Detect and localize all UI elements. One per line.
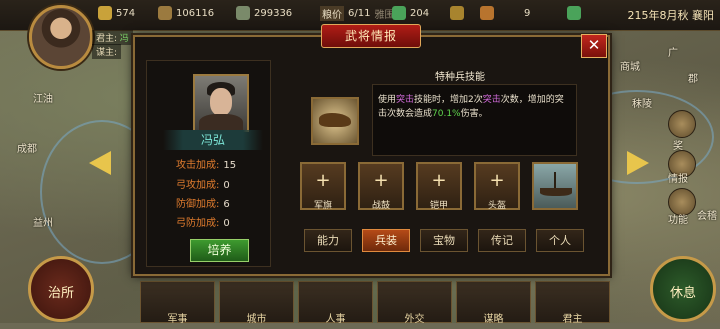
skill-desc-7: 伤害。 [460,109,488,119]
player-avatar[interactable] [29,5,93,69]
equip-slot-ship[interactable] [532,162,578,210]
resource-4: 204 [392,6,429,20]
stat-bow-attack-value: 0 [223,180,230,191]
ship-mast [554,172,556,189]
skill-desc-6: 70.1% [432,109,461,119]
skill-desc-3: 技能时，增加2次 [414,95,483,105]
resource-3-value: 299336 [254,7,293,19]
resource-2-value: 106116 [176,7,215,19]
grain-price: 粮价 6/11 雅围 [320,6,394,21]
menu-lord[interactable]: 君主 [535,281,610,325]
menu-military[interactable]: 军事 [140,281,215,325]
map-city-jun[interactable]: 郡 [688,70,698,85]
equip-label: 军旗 [313,201,332,211]
menu-city[interactable]: 城市 [219,281,294,325]
map-city-yizhou[interactable]: 益州 [33,214,53,229]
resource-5: 9 [480,6,530,20]
tab-treasure[interactable]: 宝物 [420,229,468,252]
rest-button[interactable]: 休息 [650,256,716,322]
tab-equipment[interactable]: 兵装 [362,229,410,252]
general-name: 冯弘 [163,130,263,150]
skill-desc-2: 突击 [396,95,415,105]
grain-price-label: 粮价 [320,6,344,21]
lord-label: 君主: [96,34,118,44]
resource-5-value: 9 [524,7,531,19]
grain-price-value: 6/11 [348,8,371,19]
equip-slot-banner[interactable]: + 军旗 [300,162,346,211]
general-portrait [193,74,249,132]
bottom-menu: 军事 城市 人事 外交 谋略 君主 [140,281,610,325]
lord-line: 君主: 冯 [92,30,133,45]
portrait-face [210,88,232,116]
equip-label: 铠甲 [429,201,448,211]
skill-icon[interactable] [311,97,359,145]
scroll-icon [480,6,494,20]
stat-defense: 防御加成: 6 [176,195,230,210]
mail-icon[interactable] [567,6,581,20]
tab-personal[interactable]: 个人 [536,229,584,252]
advisor-label: 谋主: [96,48,118,58]
plus-icon[interactable] [450,6,464,20]
resource-2: 106116 [158,6,214,20]
menu-diplomacy[interactable]: 外交 [377,281,452,325]
stat-bow-defense: 弓防加成: 0 [176,214,230,229]
next-general-arrow-icon[interactable] [627,151,649,175]
skill-desc-1: 使用 [378,95,397,105]
stat-bow-defense-label: 弓防加成: [176,218,220,229]
food-icon [158,6,172,20]
game-date: 215年8月秋 襄阳 [627,9,715,22]
resource-1: 574 [98,6,135,20]
skill-description: 使用突击技能时，增加2次突击次数，增加的突击次数会造成70.1%伤害。 [372,84,577,156]
equip-label: 战鼓 [371,201,390,211]
plus-icon: + [489,170,505,191]
stat-bow-attack: 弓攻加成: 0 [176,176,230,191]
skill-title: 特种兵技能 [435,72,485,83]
map-city-chengdu[interactable]: 成都 [17,140,37,155]
map-city-jiangyou[interactable]: 江油 [33,90,53,105]
horse-icon [319,113,351,127]
stat-defense-label: 防御加成: [176,199,220,210]
equip-slot-drum[interactable]: + 战鼓 [358,162,404,211]
advisor-line: 谋主: [92,44,122,59]
add-resource-button[interactable] [450,6,464,20]
tab-ability[interactable]: 能力 [304,229,352,252]
train-button[interactable]: 培养 [190,239,249,262]
equip-label: 头盔 [487,201,506,211]
stat-defense-value: 6 [223,199,230,210]
map-city-guang[interactable]: 广 [668,44,678,59]
map-city-moling[interactable]: 秣陵 [632,95,652,110]
resource-3: 299336 [236,6,292,20]
stat-attack: 攻击加成: 15 [176,156,236,171]
plus-icon: + [373,170,389,191]
plus-icon: + [315,170,331,191]
menu-personnel[interactable]: 人事 [298,281,373,325]
stat-attack-value: 15 [223,160,237,171]
ship-icon [540,188,572,196]
equip-slot-armor[interactable]: + 铠甲 [416,162,462,211]
mail-button[interactable] [567,6,581,20]
dialog-title: 武将情报 [321,24,421,48]
side-button-reward[interactable] [668,110,696,138]
plus-icon: + [431,170,447,191]
lord-name: 冯 [119,34,129,44]
menu-strategy[interactable]: 谋略 [456,281,531,325]
skill-desc-4: 突击 [482,95,501,105]
capital-button[interactable]: 治所 [28,256,94,322]
stat-bow-defense-value: 0 [223,218,230,229]
jade-icon [392,6,406,20]
prev-general-arrow-icon[interactable] [89,151,111,175]
side-label-function: 功能 [668,215,688,226]
close-button[interactable]: ✕ [581,34,607,58]
resource-4-value: 204 [410,7,430,19]
gold-icon [98,6,112,20]
troops-icon [236,6,250,20]
map-city-shangcheng[interactable]: 商城 [620,58,640,73]
side-label-intel: 情报 [668,174,688,185]
map-city-kuaiji[interactable]: 会稽 [697,207,717,222]
equip-slot-helmet[interactable]: + 头盔 [474,162,520,211]
stat-attack-label: 攻击加成: [176,160,220,171]
tab-biography[interactable]: 传记 [478,229,526,252]
resource-1-value: 574 [116,7,136,19]
stat-bow-attack-label: 弓攻加成: [176,180,220,191]
